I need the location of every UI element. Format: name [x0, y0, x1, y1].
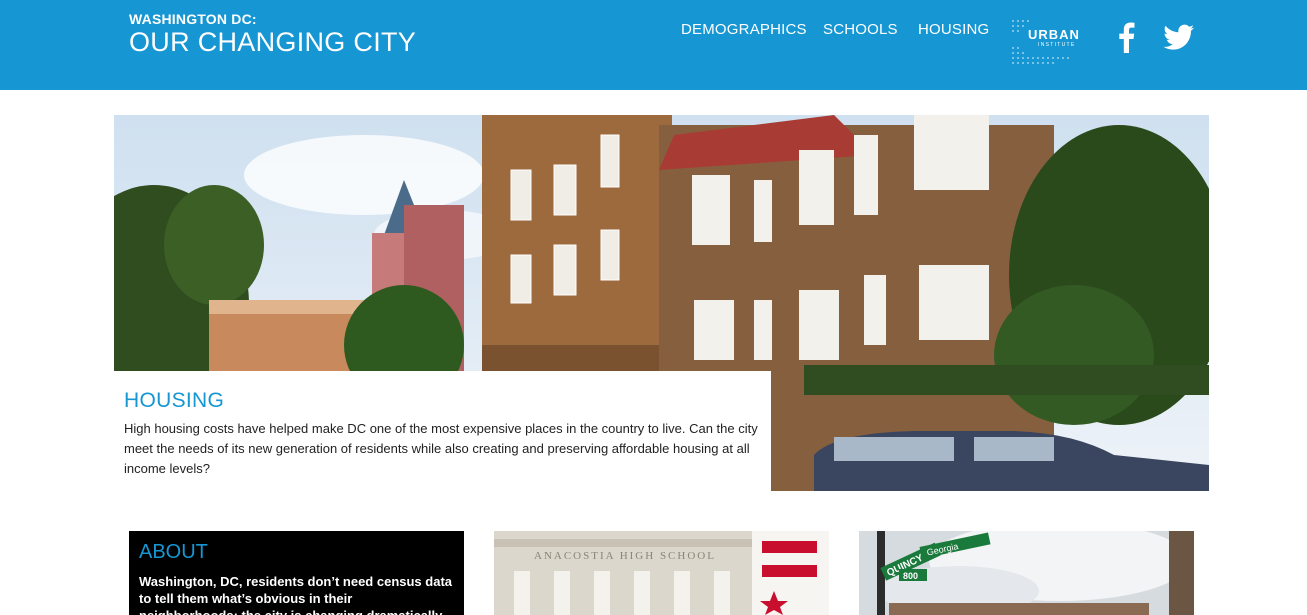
- site-title[interactable]: OUR CHANGING CITY: [129, 27, 416, 58]
- nav-demographics[interactable]: DEMOGRAPHICS: [681, 21, 807, 38]
- about-body: Washington, DC, residents don’t need cen…: [139, 574, 453, 615]
- urban-institute-logo[interactable]: URBAN INSTITUTE: [1010, 18, 1092, 64]
- urban-logo-subtext: INSTITUTE: [1038, 42, 1076, 48]
- about-heading[interactable]: ABOUT: [139, 541, 454, 563]
- nav-housing[interactable]: HOUSING: [918, 21, 989, 38]
- street-sign-card-image[interactable]: QUINCY Georgia 800: [859, 531, 1194, 615]
- nav-schools[interactable]: SCHOOLS: [823, 21, 898, 38]
- about-card[interactable]: ABOUT Washington, DC, residents don’t ne…: [129, 531, 464, 615]
- site-header: WASHINGTON DC: OUR CHANGING CITY DEMOGRA…: [0, 0, 1307, 90]
- hero-heading[interactable]: HOUSING: [124, 389, 761, 413]
- urban-logo-text: URBAN: [1028, 27, 1080, 42]
- schools-image-text: ANACOSTIA HIGH SCHOOL: [534, 550, 716, 562]
- facebook-icon[interactable]: [1117, 21, 1135, 53]
- hero-body: High housing costs have helped make DC o…: [124, 421, 758, 476]
- schools-card-image[interactable]: ANACOSTIA HIGH SCHOOL: [494, 531, 829, 615]
- site-subtitle[interactable]: WASHINGTON DC:: [129, 11, 257, 27]
- twitter-icon[interactable]: [1163, 24, 1195, 52]
- street-sign-800: 800: [903, 571, 918, 581]
- hero-caption: HOUSING High housing costs have helped m…: [114, 371, 771, 491]
